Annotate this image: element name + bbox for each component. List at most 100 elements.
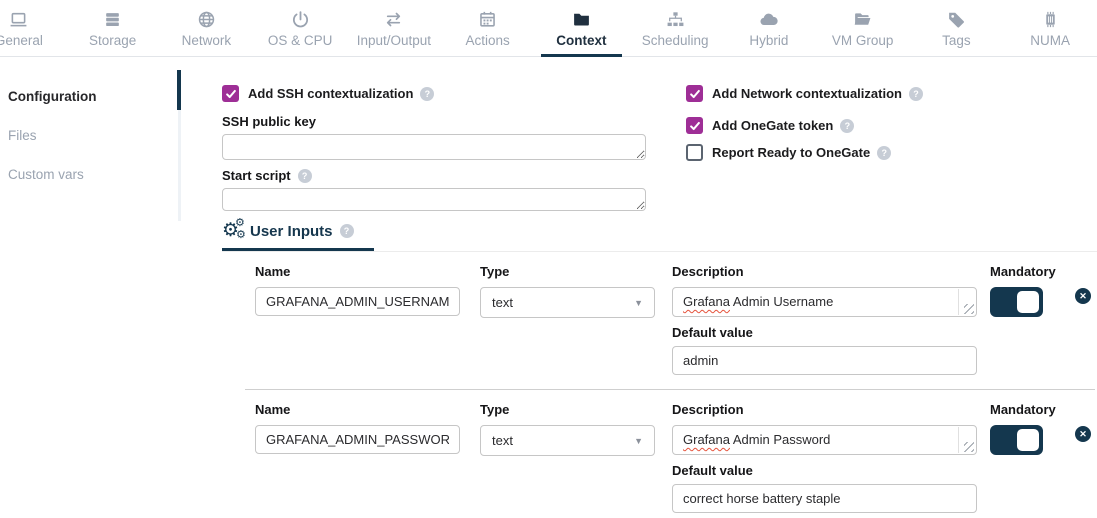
sidebar-item-label: Files [8, 128, 37, 143]
mandatory-column-label: Mandatory [990, 402, 1060, 417]
tab-numa[interactable]: NUMA [1003, 0, 1097, 56]
user-inputs-list: Name Type text ▼ Description Grafana Adm… [245, 252, 1095, 518]
tab-vm-group[interactable]: VM Group [816, 0, 910, 56]
add-onegate-token-row[interactable]: Add OneGate token ? [686, 117, 923, 134]
user-inputs-title: User Inputs [250, 223, 333, 240]
help-icon[interactable]: ? [340, 224, 354, 238]
tab-actions[interactable]: Actions [441, 0, 535, 56]
delete-row-icon[interactable]: ✕ [1075, 288, 1091, 304]
mandatory-column-label: Mandatory [990, 264, 1060, 279]
tab-input-output[interactable]: Input/Output [347, 0, 441, 56]
folder-open-icon [853, 10, 872, 29]
tab-storage[interactable]: Storage [66, 0, 160, 56]
default-value-input[interactable] [672, 484, 977, 513]
help-icon[interactable]: ? [877, 146, 891, 160]
server-icon [103, 10, 122, 29]
tab-label: Input/Output [357, 33, 431, 48]
tab-network[interactable]: Network [160, 0, 254, 56]
description-textarea[interactable]: Grafana Admin Username [672, 287, 977, 317]
tab-label: Scheduling [642, 33, 709, 48]
add-network-checkbox[interactable] [686, 85, 703, 102]
type-select[interactable]: text ▼ [480, 425, 655, 456]
user-input-row: Name Type text ▼ Description Grafana Adm… [245, 252, 1095, 381]
tab-context[interactable]: Context [535, 0, 629, 56]
start-script-textarea[interactable] [222, 188, 646, 211]
tab-label: Storage [89, 33, 136, 48]
help-icon[interactable]: ? [298, 169, 312, 183]
exchange-arrows-icon [384, 10, 403, 29]
name-column-label: Name [255, 402, 460, 417]
delete-row-icon[interactable]: ✕ [1075, 426, 1091, 442]
globe-icon [197, 10, 216, 29]
add-ssh-label: Add SSH contextualization [248, 86, 413, 101]
report-ready-checkbox[interactable] [686, 144, 703, 161]
mandatory-toggle[interactable] [990, 425, 1043, 455]
chevron-down-icon: ▼ [634, 298, 643, 308]
toggle-knob [1017, 291, 1039, 313]
tab-label: General [0, 33, 43, 48]
name-input[interactable] [255, 287, 460, 316]
user-inputs-tabbar: ⚙ ⚙ ⚙ User Inputs ? [222, 220, 1097, 252]
sidebar-item-label: Custom vars [8, 167, 84, 182]
context-sidebar: Configuration Files Custom vars [0, 57, 181, 518]
type-select-value: text [492, 295, 513, 310]
user-input-row: Name Type text ▼ Description Grafana Adm… [245, 390, 1095, 518]
tab-label: Hybrid [749, 33, 788, 48]
configuration-form: Add SSH contextualization ? SSH public k… [222, 85, 1097, 211]
ssh-public-key-textarea[interactable] [222, 134, 646, 160]
mandatory-toggle[interactable] [990, 287, 1043, 317]
description-column-label: Description [672, 402, 977, 417]
sidebar-item-files[interactable]: Files [0, 116, 181, 155]
microchip-icon [1041, 10, 1060, 29]
sidebar-item-label: Configuration [8, 89, 96, 104]
description-column-label: Description [672, 264, 977, 279]
tab-general[interactable]: General [0, 0, 66, 56]
default-value-label: Default value [672, 463, 977, 478]
ssh-public-key-label: SSH public key [222, 114, 648, 129]
add-onegate-checkbox[interactable] [686, 117, 703, 134]
type-column-label: Type [480, 402, 655, 417]
tab-tags[interactable]: Tags [910, 0, 1004, 56]
start-script-label: Start script ? [222, 168, 648, 183]
type-select[interactable]: text ▼ [480, 287, 655, 318]
tab-os-cpu[interactable]: OS & CPU [253, 0, 347, 56]
name-input[interactable] [255, 425, 460, 454]
power-icon [291, 10, 310, 29]
add-network-contextualization-row[interactable]: Add Network contextualization ? [686, 85, 923, 102]
folder-icon [572, 10, 591, 29]
tab-scheduling[interactable]: Scheduling [628, 0, 722, 56]
user-inputs-tab[interactable]: ⚙ ⚙ ⚙ User Inputs ? [222, 220, 374, 251]
default-value-input[interactable] [672, 346, 977, 375]
tab-label: Network [182, 33, 232, 48]
tag-icon [947, 10, 966, 29]
gears-icon: ⚙ ⚙ ⚙ [222, 220, 248, 242]
default-value-label: Default value [672, 325, 977, 340]
help-icon[interactable]: ? [840, 119, 854, 133]
add-ssh-contextualization-row[interactable]: Add SSH contextualization ? [222, 85, 648, 102]
help-icon[interactable]: ? [420, 87, 434, 101]
tab-label: Context [556, 33, 606, 48]
cloud-icon [759, 10, 778, 29]
tab-label: Actions [465, 33, 509, 48]
sidebar-item-configuration[interactable]: Configuration [0, 77, 181, 116]
add-network-label: Add Network contextualization [712, 86, 902, 101]
add-ssh-checkbox[interactable] [222, 85, 239, 102]
calendar-icon [478, 10, 497, 29]
toggle-knob [1017, 429, 1039, 451]
description-textarea[interactable]: Grafana Admin Password [672, 425, 977, 455]
tab-label: VM Group [832, 33, 894, 48]
help-icon[interactable]: ? [909, 87, 923, 101]
tab-label: NUMA [1030, 33, 1070, 48]
type-column-label: Type [480, 264, 655, 279]
sitemap-icon [666, 10, 685, 29]
add-onegate-label: Add OneGate token [712, 118, 833, 133]
tab-label: OS & CPU [268, 33, 333, 48]
template-section-tabs: General Storage Network OS & CPU Input/O… [0, 0, 1097, 57]
vm-template-context-page: General Storage Network OS & CPU Input/O… [0, 0, 1097, 518]
sidebar-item-custom-vars[interactable]: Custom vars [0, 155, 181, 194]
report-ready-label: Report Ready to OneGate [712, 145, 870, 160]
tab-hybrid[interactable]: Hybrid [722, 0, 816, 56]
chevron-down-icon: ▼ [634, 436, 643, 446]
report-ready-row[interactable]: Report Ready to OneGate ? [686, 144, 923, 161]
type-select-value: text [492, 433, 513, 448]
